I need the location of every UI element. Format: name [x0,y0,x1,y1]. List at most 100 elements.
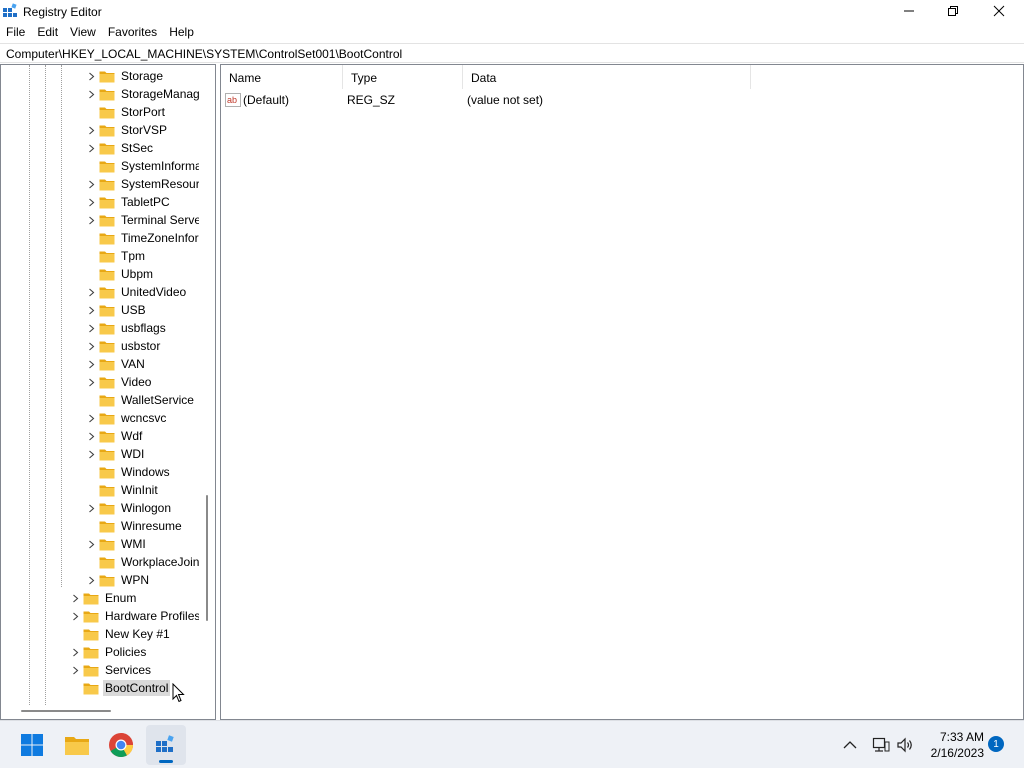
tree-node-policies[interactable]: Policies [69,643,148,661]
folder-icon [97,340,115,353]
tree-node-video[interactable]: Video [85,373,153,391]
expand-chevron-icon[interactable] [85,175,97,193]
value-row[interactable]: ab (Default) REG_SZ (value not set) [225,91,543,109]
tree-vertical-scrollbar[interactable] [199,65,215,705]
tree-horizontal-scrollbar[interactable] [1,705,215,719]
tree-node-wpn[interactable]: WPN [85,571,151,589]
tree-node-systeminforma[interactable]: SystemInforma [85,157,204,175]
expand-chevron-icon[interactable] [69,661,81,679]
expand-chevron-icon[interactable] [69,643,81,661]
column-type-header[interactable]: Type [343,65,463,89]
minimize-button[interactable] [886,0,932,22]
values-pane[interactable]: Name Type Data ab (Default) REG_SZ (valu… [220,64,1024,720]
expand-chevron-icon[interactable] [85,535,97,553]
tree-node-stsec[interactable]: StSec [85,139,155,157]
active-app-indicator [159,760,173,763]
expand-chevron-icon[interactable] [69,607,81,625]
title-bar[interactable]: Registry Editor [0,0,1024,22]
tree-node-wcncsvc[interactable]: wcncsvc [85,409,168,427]
close-button[interactable] [976,0,1022,22]
tree-node-workplacejoin[interactable]: WorkplaceJoin [85,553,201,571]
tree-node-services[interactable]: Services [69,661,153,679]
tree-node-terminal-serve[interactable]: Terminal Serve [85,211,203,229]
expand-chevron-icon[interactable] [85,355,97,373]
tree-node-storport[interactable]: StorPort [85,103,167,121]
tree-node-label: USB [121,303,146,317]
expand-chevron-icon[interactable] [85,571,97,589]
folder-icon [97,214,115,227]
registry-editor-button[interactable] [146,725,186,765]
tree-node-usbflags[interactable]: usbflags [85,319,168,337]
expand-chevron-icon[interactable] [85,319,97,337]
tree-node-tpm[interactable]: Tpm [85,247,147,265]
column-data-header[interactable]: Data [463,65,751,89]
expand-chevron-icon[interactable] [85,211,97,229]
tree-node-winresume[interactable]: Winresume [85,517,184,535]
menu-help[interactable]: Help [163,22,200,42]
expand-chevron-icon[interactable] [85,193,97,211]
clock-button[interactable]: 7:33 AM 2/16/2023 [920,729,984,761]
values-list-header: Name Type Data [221,65,1023,89]
tree-node-ubpm[interactable]: Ubpm [85,265,155,283]
tree-node-timezoneinfor[interactable]: TimeZoneInfor [85,229,201,247]
tree-node-bootcontrol[interactable]: BootControl [69,679,171,697]
tree-node-wininit[interactable]: WinInit [85,481,160,499]
folder-icon [97,358,115,371]
tree-node-storage[interactable]: Storage [85,67,165,85]
address-bar[interactable]: Computer\HKEY_LOCAL_MACHINE\SYSTEM\Contr… [0,43,1024,63]
value-data: (value not set) [467,93,544,107]
expand-chevron-icon[interactable] [85,283,97,301]
notification-badge[interactable]: 1 [988,736,1004,752]
tree-node-usb[interactable]: USB [85,301,148,319]
start-button[interactable] [12,725,52,765]
expand-chevron-icon[interactable] [85,409,97,427]
tree-node-wdi[interactable]: WDI [85,445,146,463]
tree-node-wdf[interactable]: Wdf [85,427,144,445]
tree-vertical-scroll-thumb[interactable] [206,495,208,621]
tree-node-storvsp[interactable]: StorVSP [85,121,169,139]
show-hidden-icons-button[interactable] [832,725,868,765]
tree-node-unitedvideo[interactable]: UnitedVideo [85,283,188,301]
tree-node-systemresour[interactable]: SystemResour [85,175,202,193]
tree-node-label: Video [121,375,152,389]
expand-chevron-icon[interactable] [85,337,97,355]
tree-node-tabletpc[interactable]: TabletPC [85,193,172,211]
tree-node-hardware-profiles[interactable]: Hardware Profiles [69,607,202,625]
tree-node-new-key-1[interactable]: New Key #1 [69,625,172,643]
tree-node-storagemanag[interactable]: StorageManag [85,85,202,103]
tree-node-enum[interactable]: Enum [69,589,138,607]
expand-chevron-icon[interactable] [85,85,97,103]
menu-edit[interactable]: Edit [31,22,64,42]
volume-button[interactable] [892,725,918,765]
network-icon [872,737,890,752]
tree-node-van[interactable]: VAN [85,355,147,373]
chrome-button[interactable] [101,725,141,765]
menu-favorites[interactable]: Favorites [102,22,163,42]
expand-chevron-icon[interactable] [85,373,97,391]
menu-file[interactable]: File [0,22,31,42]
folder-icon [97,124,115,137]
expand-chevron-icon[interactable] [85,427,97,445]
expand-chevron-icon[interactable] [85,301,97,319]
expand-chevron-icon[interactable] [85,121,97,139]
menu-view[interactable]: View [64,22,102,42]
column-name-header[interactable]: Name [221,65,343,89]
expand-chevron-icon[interactable] [69,589,81,607]
tree-horizontal-scroll-thumb[interactable] [21,710,111,712]
file-explorer-button[interactable] [57,725,97,765]
tree-node-walletservice[interactable]: WalletService [85,391,196,409]
restore-button[interactable] [930,0,976,22]
tree-node-usbstor[interactable]: usbstor [85,337,162,355]
key-tree-pane[interactable]: Storage StorageManag StorPort StorVSP StSec S… [0,64,216,720]
expand-chevron-icon[interactable] [85,139,97,157]
tree-node-windows[interactable]: Windows [85,463,172,481]
expand-chevron-icon[interactable] [85,445,97,463]
expand-chevron-icon[interactable] [85,499,97,517]
tree-node-winlogon[interactable]: Winlogon [85,499,173,517]
tree-node-label: Wdf [121,429,143,443]
tree-node-wmi[interactable]: WMI [85,535,148,553]
expand-chevron-icon[interactable] [85,67,97,85]
